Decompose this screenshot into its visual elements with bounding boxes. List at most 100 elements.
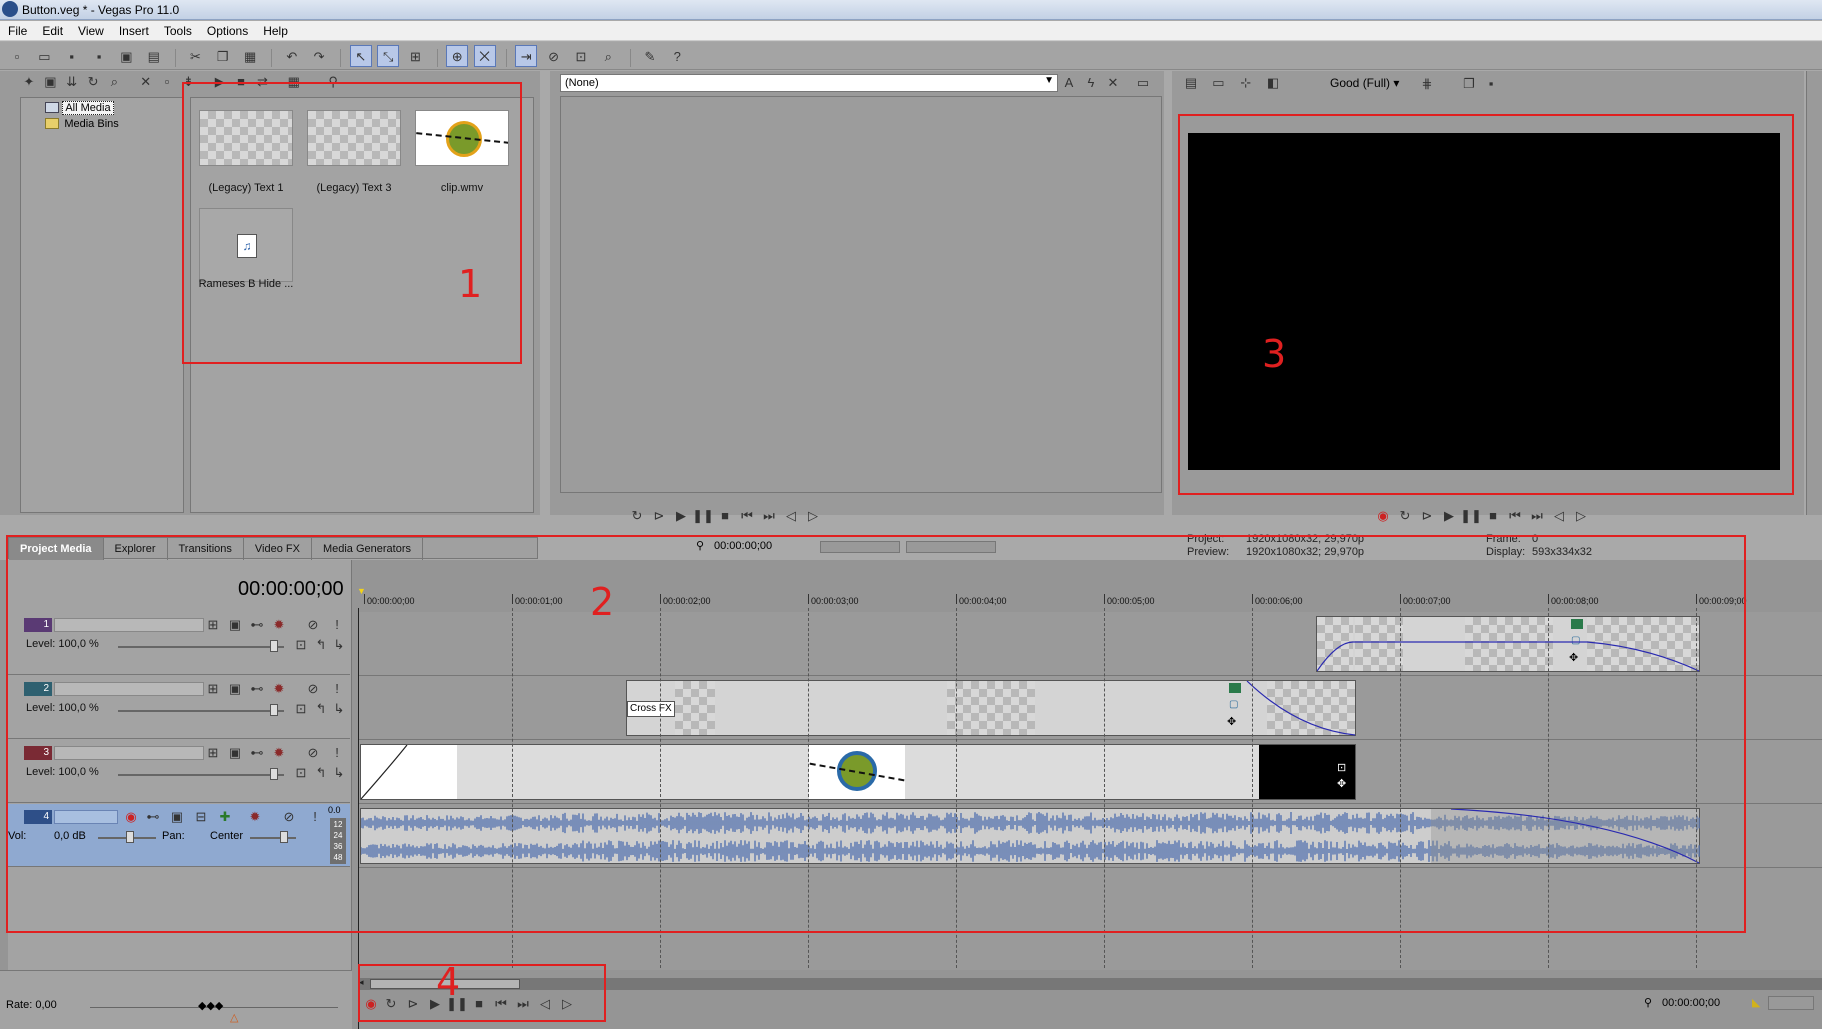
go-to-end-icon[interactable]: ⏭ [758, 506, 780, 526]
auto-preview-icon[interactable]: ⇄ [253, 73, 271, 91]
go-to-end-icon[interactable]: ⏭ [1526, 506, 1548, 526]
tree-item-all-media[interactable]: All Media [45, 100, 114, 115]
solo-icon[interactable]: ! [328, 680, 346, 698]
bypass-motion-blur-icon[interactable]: ⊷ [248, 744, 266, 762]
level-slider[interactable] [118, 710, 284, 712]
prev-frame-icon[interactable]: ◁ [534, 994, 556, 1014]
open-folder-icon[interactable]: ▭ [33, 45, 55, 67]
arm-record-icon[interactable]: ◉ [122, 808, 140, 826]
make-parent-icon[interactable]: ↰ [312, 764, 330, 782]
stop-icon[interactable]: ■ [1482, 506, 1504, 526]
media-thumb-clip-wmv[interactable] [415, 110, 509, 166]
envelope-tool-icon[interactable]: ⤡ [377, 45, 400, 67]
prev-frame-icon[interactable]: ◁ [780, 506, 802, 526]
external-monitor-icon[interactable]: ▭ [1209, 74, 1227, 92]
play-from-start-icon[interactable]: ⊳ [1416, 506, 1438, 526]
loop-icon[interactable]: ↻ [626, 506, 648, 526]
trimmer-dropdown[interactable]: (None) ▼ [560, 74, 1058, 92]
stop-icon[interactable]: ■ [468, 994, 490, 1014]
pan-slider[interactable] [250, 837, 296, 839]
track-name-field[interactable] [54, 682, 204, 696]
mute-icon[interactable]: ⊘ [304, 616, 322, 634]
bypass-motion-blur-icon[interactable]: ⊷ [248, 680, 266, 698]
audio-track-header-4[interactable]: 4 ◉ ⊷ ▣ ⊟ ✚ ✹ ⊘ ! Vol: 0,0 dB Pan: Cente… [8, 804, 350, 867]
track-name-field[interactable] [54, 618, 204, 632]
track-fx-icon[interactable]: ✹ [270, 680, 288, 698]
ignore-grouping-icon[interactable]: ⊡ [570, 45, 592, 67]
copy-icon[interactable]: ❐ [212, 45, 234, 67]
lock-envelopes-icon[interactable]: ⊘ [543, 45, 565, 67]
menu-view[interactable]: View [78, 24, 104, 38]
pause-icon[interactable]: ❚❚ [692, 506, 714, 526]
track-name-field[interactable] [54, 746, 204, 760]
brush-icon[interactable]: ✎ [639, 45, 661, 67]
make-parent-icon[interactable]: ↰ [312, 636, 330, 654]
loop-icon[interactable]: ↻ [380, 994, 402, 1014]
project-properties-icon[interactable]: ▤ [1182, 74, 1200, 92]
make-parent-icon[interactable]: ↰ [312, 700, 330, 718]
auto-crossfade-icon[interactable]: ⨉ [473, 45, 496, 67]
tab-transitions[interactable]: Transitions [168, 538, 244, 560]
next-frame-icon[interactable]: ▷ [802, 506, 824, 526]
play-from-start-icon[interactable]: ⊳ [648, 506, 670, 526]
monitor-icon[interactable]: ▭ [1134, 74, 1152, 92]
save-snapshot-icon[interactable]: ▪ [1482, 75, 1500, 93]
level-slider-knob[interactable] [270, 640, 278, 652]
level-slider-knob[interactable] [270, 768, 278, 780]
redo-icon[interactable]: ↷ [308, 45, 330, 67]
zoom-tool-icon[interactable]: ⌕ [597, 45, 619, 67]
composite-mode-icon[interactable]: ⊞ [204, 680, 222, 698]
bypass-motion-blur-icon[interactable]: ⊷ [248, 616, 266, 634]
trimmer-area[interactable] [560, 96, 1162, 493]
mute-icon[interactable]: ⊘ [280, 808, 298, 826]
video-clip-text-3[interactable]: Cross FX ▢ ✥ [626, 680, 1356, 736]
record-icon[interactable]: ◉ [1372, 506, 1394, 526]
fade-envelope[interactable] [627, 681, 1357, 737]
scroll-left-icon[interactable]: ◂ [359, 977, 364, 988]
get-media-icon[interactable]: ⇊ [63, 73, 81, 91]
views-icon[interactable]: ▦ [285, 73, 303, 91]
refresh-icon[interactable]: ↻ [84, 73, 102, 91]
tab-explorer[interactable]: Explorer [104, 538, 168, 560]
video-preview[interactable] [1188, 133, 1780, 470]
split-screen-icon[interactable]: ◧ [1264, 74, 1282, 92]
input-monitor-icon[interactable]: ⊷ [144, 808, 162, 826]
remove-unused-icon[interactable]: ▫ [158, 73, 176, 91]
play-icon[interactable]: ▶ [1438, 506, 1460, 526]
next-frame-icon[interactable]: ▷ [556, 994, 578, 1014]
fade-in-envelope[interactable] [361, 745, 409, 801]
render-icon[interactable]: ▣ [115, 45, 137, 67]
menu-file[interactable]: File [8, 24, 27, 38]
level-slider[interactable] [118, 646, 284, 648]
video-clip-clip-wmv[interactable]: ⊡ ✥ [360, 744, 1356, 800]
audio-clip[interactable] [360, 808, 1700, 864]
import-media-icon[interactable]: ✦ [20, 73, 38, 91]
search-media-icon[interactable]: ⌕ [105, 73, 123, 91]
compositing-child-icon[interactable]: ⊡ [292, 700, 310, 718]
record-icon[interactable]: ◉ [362, 994, 380, 1014]
make-child-icon[interactable]: ↳ [330, 764, 348, 782]
fade-envelope[interactable] [1317, 617, 1701, 673]
go-to-end-icon[interactable]: ⏭ [512, 994, 534, 1014]
track-fx-icon[interactable]: ✹ [246, 808, 264, 826]
tab-project-media[interactable]: Project Media [9, 538, 104, 560]
volume-slider-knob[interactable] [126, 831, 134, 843]
stop-preview-icon[interactable]: ■ [232, 73, 250, 91]
copy-snapshot-icon[interactable]: ❐ [1460, 75, 1478, 93]
go-to-start-icon[interactable]: ⏮ [1504, 506, 1526, 526]
capture-icon[interactable]: ▣ [41, 73, 59, 91]
menu-tools[interactable]: Tools [164, 24, 192, 38]
play-from-start-icon[interactable]: ⊳ [402, 994, 424, 1014]
close-icon[interactable]: ✕ [1104, 74, 1122, 92]
media-thumb-legacy-text-3[interactable] [307, 110, 401, 166]
help-icon[interactable]: ? [666, 45, 688, 67]
rate-slider-knob[interactable]: ◆◆◆ [198, 999, 223, 1012]
video-track-header-3[interactable]: 3 ⊞ ▣ ⊷ ✹ ⊘ ! Level: 100,0 % ⊡ ↰ ↳ [8, 740, 350, 803]
mute-icon[interactable]: ⊘ [304, 744, 322, 762]
menu-edit[interactable]: Edit [42, 24, 63, 38]
menu-options[interactable]: Options [207, 24, 248, 38]
save-as-icon[interactable]: ▪ [88, 45, 110, 67]
solo-icon[interactable]: ! [306, 808, 324, 826]
new-file-icon[interactable]: ▫ [6, 45, 28, 67]
mute-icon[interactable]: ⊘ [304, 680, 322, 698]
